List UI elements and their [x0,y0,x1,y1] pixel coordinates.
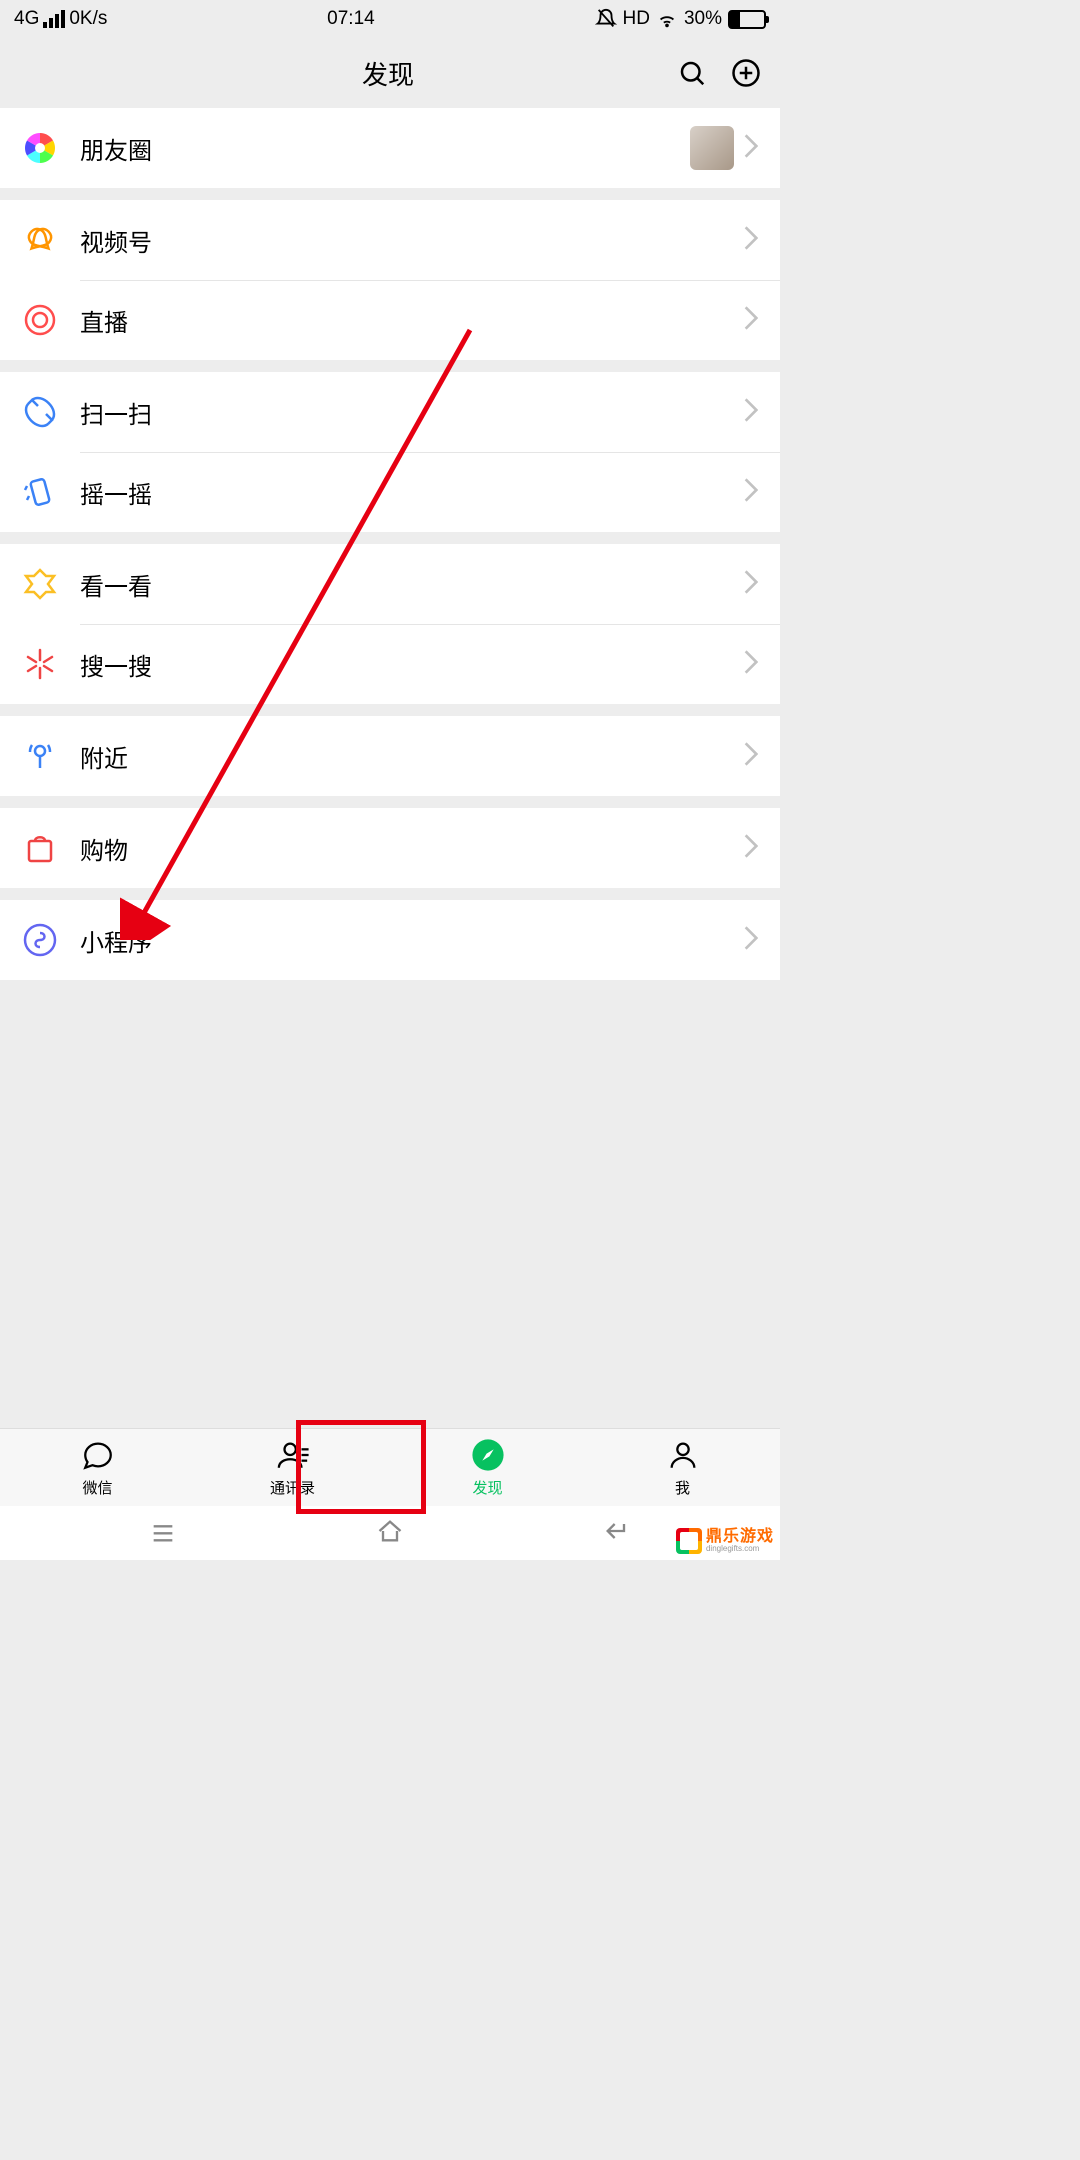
row-moments[interactable]: 朋友圈 [0,108,780,188]
tab-me[interactable]: 我 [585,1429,780,1506]
battery-icon [728,10,766,29]
watermark: 鼎乐游戏 dinglegifts.com [676,1528,774,1554]
topstories-icon [22,566,58,602]
signal-icon [43,10,65,28]
mute-icon [595,8,617,30]
status-right: HD 30% [595,8,766,30]
shake-icon [22,474,58,510]
tab-label: 我 [675,1477,690,1498]
chevron-right-icon [744,650,758,679]
wifi-icon [656,8,678,30]
network-type: 4G [14,8,39,30]
row-label: 购物 [80,831,744,866]
watermark-title: 鼎乐游戏 [706,1529,774,1545]
shopping-icon [22,830,58,866]
add-button[interactable] [730,57,762,89]
row-label: 扫一扫 [80,395,744,430]
search-button[interactable] [676,57,708,89]
row-label: 搜一搜 [80,647,744,682]
status-bar: 4G 0K/s 07:14 HD 30% [0,0,780,38]
watermark-url: dinglegifts.com [706,1545,774,1553]
row-channels[interactable]: 视频号 [0,200,780,280]
contacts-icon [275,1437,311,1473]
chevron-right-icon [744,742,758,771]
compass-icon [470,1437,506,1473]
tab-label: 微信 [82,1477,112,1498]
row-label: 附近 [80,739,744,774]
search-icon [677,58,707,88]
nearby-icon [22,738,58,774]
status-time: 07:14 [327,8,375,30]
row-live[interactable]: 直播 [0,280,780,360]
chevron-right-icon [744,570,758,599]
network-speed: 0K/s [69,8,107,30]
battery-percent: 30% [684,8,722,30]
plus-circle-icon [731,58,761,88]
chevron-right-icon [744,398,758,427]
nav-home[interactable] [373,1517,407,1550]
chevron-right-icon [744,226,758,255]
scan-icon [22,394,58,430]
miniprogram-icon [22,922,58,958]
row-search[interactable]: 搜一搜 [0,624,780,704]
chevron-right-icon [744,478,758,507]
channels-icon [22,222,58,258]
row-label: 视频号 [80,223,744,258]
tab-discover[interactable]: 发现 [390,1429,585,1506]
header: 发现 [0,38,780,108]
chevron-right-icon [744,134,758,163]
row-label: 小程序 [80,923,744,958]
row-label: 朋友圈 [80,131,690,166]
tab-contacts[interactable]: 通讯录 [195,1429,390,1506]
chat-icon [80,1437,116,1473]
moments-thumbnail [690,126,734,170]
tab-label: 发现 [472,1477,502,1498]
tab-wechat[interactable]: 微信 [0,1429,195,1506]
row-label: 看一看 [80,567,744,602]
page-title: 发现 [100,55,676,92]
nav-back[interactable] [600,1517,634,1550]
moments-icon [22,130,58,166]
row-topstories[interactable]: 看一看 [0,544,780,624]
row-miniprogram[interactable]: 小程序 [0,900,780,980]
status-left: 4G 0K/s [14,8,107,30]
row-shopping[interactable]: 购物 [0,808,780,888]
tab-label: 通讯录 [270,1477,315,1498]
search-discover-icon [22,646,58,682]
row-scan[interactable]: 扫一扫 [0,372,780,452]
android-nav-bar [0,1506,780,1560]
chevron-right-icon [744,834,758,863]
row-label: 直播 [80,303,744,338]
chevron-right-icon [744,306,758,335]
row-shake[interactable]: 摇一摇 [0,452,780,532]
nav-recents[interactable] [146,1517,180,1550]
tab-bar: 微信 通讯录 发现 我 [0,1428,780,1506]
hd-indicator: HD [623,8,650,30]
person-icon [665,1437,701,1473]
live-icon [22,302,58,338]
chevron-right-icon [744,926,758,955]
watermark-logo-icon [676,1528,702,1554]
row-label: 摇一摇 [80,475,744,510]
row-nearby[interactable]: 附近 [0,716,780,796]
